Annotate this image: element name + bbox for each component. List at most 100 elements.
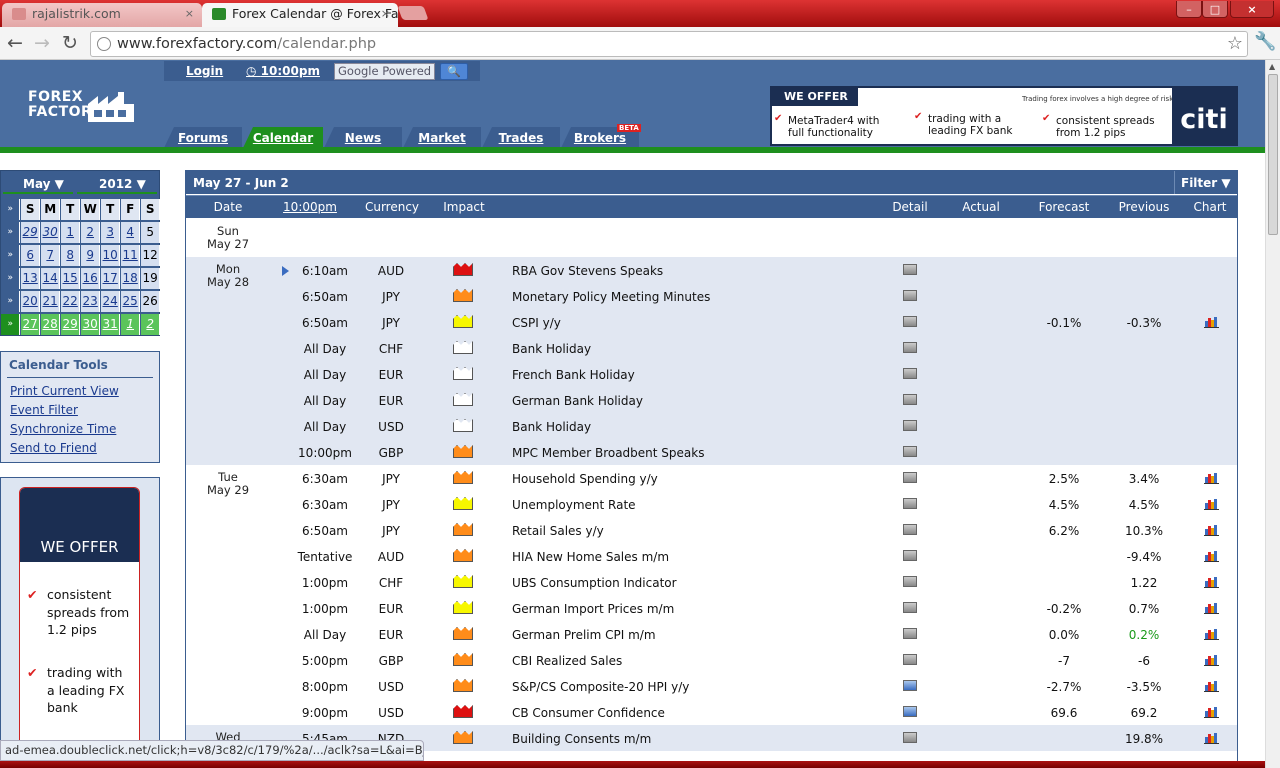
mini-calendar-day[interactable]: 30 bbox=[41, 222, 61, 243]
event-title[interactable]: Retail Sales y/y bbox=[512, 524, 604, 538]
reload-button[interactable]: ↻ bbox=[62, 33, 78, 53]
event-row[interactable]: 6:50am JPY Retail Sales y/y 6.2% 10.3% bbox=[186, 517, 1237, 543]
mini-calendar-day[interactable]: 3 bbox=[101, 222, 121, 243]
chart-icon[interactable] bbox=[1204, 316, 1219, 328]
mini-calendar-day[interactable]: 8 bbox=[61, 245, 81, 266]
event-row[interactable]: All Day CHF Bank Holiday bbox=[186, 335, 1237, 361]
detail-folder-icon[interactable] bbox=[903, 472, 917, 483]
mini-calendar-day[interactable]: 31 bbox=[101, 314, 121, 335]
event-row[interactable]: 6:50am JPY Monetary Policy Meeting Minutes bbox=[186, 283, 1237, 309]
event-row[interactable]: All Day EUR German Bank Holiday bbox=[186, 387, 1237, 413]
mini-calendar-day[interactable]: 17 bbox=[101, 268, 121, 289]
mini-calendar-day[interactable]: 11 bbox=[121, 245, 141, 266]
event-title[interactable]: CB Consumer Confidence bbox=[512, 706, 665, 720]
mini-calendar-day[interactable]: 1 bbox=[121, 314, 141, 335]
close-tab-icon[interactable]: × bbox=[185, 3, 194, 25]
week-marker[interactable]: » bbox=[1, 314, 21, 335]
week-marker[interactable]: » bbox=[1, 245, 21, 266]
mini-calendar-day[interactable]: 2 bbox=[81, 222, 101, 243]
time-link[interactable]: ◷ 10:00pm bbox=[246, 64, 320, 78]
event-row[interactable]: All Day USD Bank Holiday bbox=[186, 413, 1237, 439]
detail-folder-icon[interactable] bbox=[903, 706, 917, 717]
detail-folder-icon[interactable] bbox=[903, 550, 917, 561]
week-marker[interactable]: » bbox=[1, 268, 21, 289]
mini-calendar-day[interactable]: 6 bbox=[21, 245, 41, 266]
detail-folder-icon[interactable] bbox=[903, 368, 917, 379]
chart-icon[interactable] bbox=[1204, 706, 1219, 718]
detail-folder-icon[interactable] bbox=[903, 628, 917, 639]
nav-tab-trades[interactable]: Trades bbox=[482, 127, 560, 148]
wrench-menu-icon[interactable]: 🔧 bbox=[1254, 31, 1276, 52]
mini-calendar-day[interactable]: 23 bbox=[81, 291, 101, 312]
mini-calendar-day[interactable]: 10 bbox=[101, 245, 121, 266]
chart-icon[interactable] bbox=[1204, 628, 1219, 640]
maximize-button[interactable]: □ bbox=[1202, 1, 1228, 18]
mini-calendar-day[interactable]: 21 bbox=[41, 291, 61, 312]
mini-calendar-day[interactable]: 28 bbox=[41, 314, 61, 335]
chart-icon[interactable] bbox=[1204, 654, 1219, 666]
side-ad[interactable]: WE OFFER ✔ consistent spreads from 1.2 p… bbox=[0, 477, 160, 768]
event-row[interactable]: 8:00pm USD S&P/CS Composite-20 HPI y/y -2.7… bbox=[186, 673, 1237, 699]
event-title[interactable]: CBI Realized Sales bbox=[512, 654, 622, 668]
ad-banner[interactable]: WE OFFER Trading forex involves a high d… bbox=[770, 86, 1238, 146]
print-current-view-link[interactable]: Print Current View bbox=[10, 384, 119, 398]
mini-calendar-day[interactable]: 4 bbox=[121, 222, 141, 243]
mini-calendar-day[interactable]: 9 bbox=[81, 245, 101, 266]
event-row[interactable]: 6:30am JPY Household Spending y/y 2.5% 3.4% bbox=[186, 465, 1237, 491]
mini-calendar-day[interactable]: 30 bbox=[81, 314, 101, 335]
event-title[interactable]: Bank Holiday bbox=[512, 420, 591, 434]
mini-calendar-day[interactable]: 26 bbox=[141, 291, 161, 312]
mini-calendar-day[interactable]: 29 bbox=[21, 222, 41, 243]
nav-tab-forums[interactable]: Forums bbox=[164, 127, 242, 148]
week-marker[interactable]: » bbox=[1, 291, 21, 312]
event-title[interactable]: German Import Prices m/m bbox=[512, 602, 674, 616]
col-time[interactable]: 10:00pm bbox=[270, 196, 350, 218]
mini-calendar-day[interactable]: 16 bbox=[81, 268, 101, 289]
event-title[interactable]: MPC Member Broadbent Speaks bbox=[512, 446, 704, 460]
detail-folder-icon[interactable] bbox=[903, 524, 917, 535]
close-tab-icon[interactable]: × bbox=[381, 3, 390, 25]
mini-calendar-day[interactable]: 7 bbox=[41, 245, 61, 266]
scroll-up-arrow-icon[interactable]: ▲ bbox=[1269, 62, 1275, 71]
synchronize-time-link[interactable]: Synchronize Time bbox=[10, 422, 116, 436]
chart-icon[interactable] bbox=[1204, 732, 1219, 744]
detail-folder-icon[interactable] bbox=[903, 654, 917, 665]
search-button[interactable]: 🔍 bbox=[440, 63, 468, 80]
browser-tab-rajalistrik[interactable]: rajalistrik.com × bbox=[2, 3, 202, 27]
mini-calendar-day[interactable]: 24 bbox=[101, 291, 121, 312]
mini-calendar-day[interactable]: 20 bbox=[21, 291, 41, 312]
event-row[interactable]: 6:50am JPY CSPI y/y -0.1% -0.3% bbox=[186, 309, 1237, 335]
event-row[interactable]: All Day EUR French Bank Holiday bbox=[186, 361, 1237, 387]
address-bar[interactable]: www.forexfactory.com/calendar.php ☆ bbox=[90, 31, 1248, 57]
detail-folder-icon[interactable] bbox=[903, 680, 917, 691]
browser-tab-forex-calendar[interactable]: Forex Calendar @ Forex Fac × bbox=[202, 3, 398, 27]
mini-calendar-day[interactable]: 5 bbox=[141, 222, 161, 243]
event-title[interactable]: Household Spending y/y bbox=[512, 472, 658, 486]
mini-calendar-day[interactable]: 14 bbox=[41, 268, 61, 289]
event-title[interactable]: German Prelim CPI m/m bbox=[512, 628, 656, 642]
week-marker[interactable]: » bbox=[1, 222, 21, 243]
event-row[interactable]: 1:00pm EUR German Import Prices m/m -0.2% 0.… bbox=[186, 595, 1237, 621]
event-row[interactable]: 5:00pm GBP CBI Realized Sales -7 -6 bbox=[186, 647, 1237, 673]
event-row[interactable]: All Day EUR German Prelim CPI m/m 0.0% 0.2% bbox=[186, 621, 1237, 647]
nav-tab-news[interactable]: News bbox=[324, 127, 402, 148]
event-title[interactable]: UBS Consumption Indicator bbox=[512, 576, 677, 590]
detail-folder-icon[interactable] bbox=[903, 576, 917, 587]
search-input[interactable]: Google Powered bbox=[334, 63, 435, 80]
chart-icon[interactable] bbox=[1204, 472, 1219, 484]
mini-calendar-day[interactable]: 12 bbox=[141, 245, 161, 266]
detail-folder-icon[interactable] bbox=[903, 264, 917, 275]
new-tab-button[interactable] bbox=[397, 6, 429, 20]
back-button[interactable]: ← bbox=[7, 33, 23, 53]
event-title[interactable]: Bank Holiday bbox=[512, 342, 591, 356]
detail-folder-icon[interactable] bbox=[903, 420, 917, 431]
detail-folder-icon[interactable] bbox=[903, 394, 917, 405]
event-title[interactable]: Building Consents m/m bbox=[512, 732, 651, 746]
event-title[interactable]: Monetary Policy Meeting Minutes bbox=[512, 290, 710, 304]
event-title[interactable]: French Bank Holiday bbox=[512, 368, 635, 382]
event-title[interactable]: S&P/CS Composite-20 HPI y/y bbox=[512, 680, 689, 694]
event-row[interactable]: Tentative AUD HIA New Home Sales m/m -9.4% bbox=[186, 543, 1237, 569]
event-title[interactable]: Unemployment Rate bbox=[512, 498, 636, 512]
nav-tab-calendar[interactable]: Calendar bbox=[243, 127, 323, 148]
bookmark-star-icon[interactable]: ☆ bbox=[1227, 32, 1243, 56]
